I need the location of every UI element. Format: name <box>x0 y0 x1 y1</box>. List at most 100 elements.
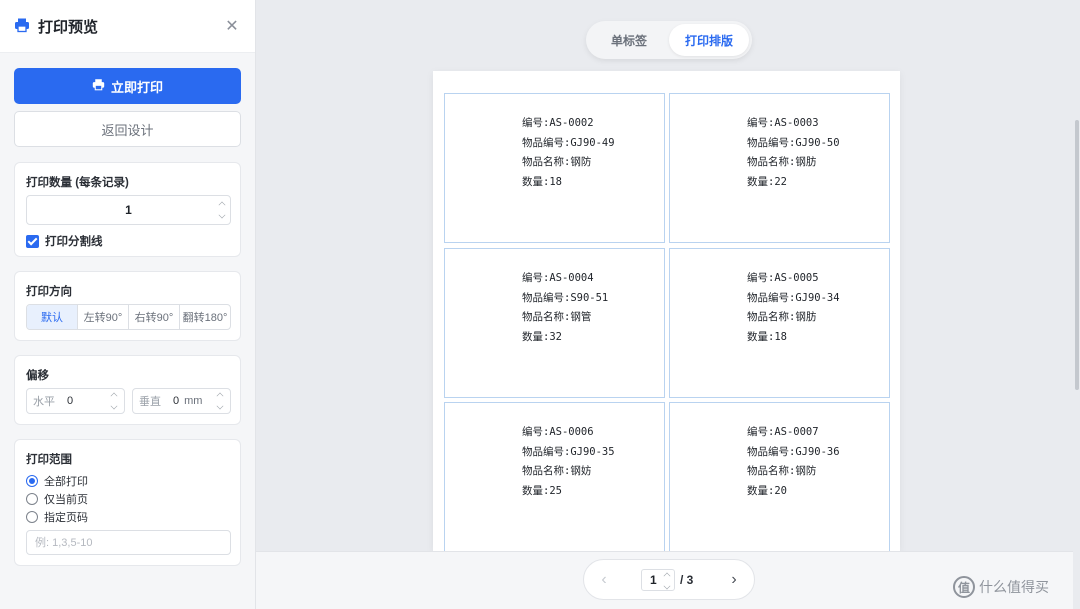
vertical-value: 0 <box>173 395 180 407</box>
direction-option-default[interactable]: 默认 <box>27 305 78 329</box>
label-item-code: 物品编号:GJ90-49 <box>522 136 615 149</box>
label-item-code: 物品编号:GJ90-35 <box>522 445 615 458</box>
stepper-arrows[interactable] <box>110 392 118 410</box>
horizontal-label: 水平 <box>33 396 55 408</box>
direction-segmented-control: 默认 左转90° 右转90° 翻转180° <box>26 304 231 330</box>
label-card: 编号:AS-0003 物品编号:GJ90-50 物品名称:钢肪 数量:22 <box>669 93 890 243</box>
quantity-value: 1 <box>125 203 132 217</box>
label-qty: 数量:25 <box>522 485 562 498</box>
pager: ‹ 1 / 3 › <box>583 559 755 600</box>
label-code: 编号:AS-0007 <box>747 426 819 438</box>
vertical-label: 垂直 <box>139 396 161 408</box>
offset-card: 偏移 水平 0 垂直 0 mm <box>14 355 241 425</box>
label-item-code: 物品编号:GJ90-34 <box>747 291 840 304</box>
chevron-down-icon[interactable] <box>216 402 224 410</box>
direction-option-flip180[interactable]: 翻转180° <box>180 305 230 329</box>
range-option-label: 全部打印 <box>44 476 88 488</box>
tab-single-label[interactable]: 单标签 <box>589 24 669 56</box>
label-code: 编号:AS-0005 <box>747 272 819 284</box>
horizontal-offset-input[interactable]: 水平 0 <box>26 388 125 414</box>
label-card: 编号:AS-0006 物品编号:GJ90-35 物品名称:钢妨 数量:25 <box>444 402 665 551</box>
label-item-name: 物品名称:钢管 <box>522 311 592 324</box>
settings-sidebar: 打印预览 ✕ 立即打印 返回设计 打印数量 (每条记录) 1 打印分割线 打印方… <box>0 0 256 609</box>
label-item-name: 物品名称:钢肪 <box>747 311 817 324</box>
total-pages: / 3 <box>680 572 694 587</box>
print-now-button[interactable]: 立即打印 <box>14 68 241 104</box>
close-icon[interactable]: ✕ <box>223 17 241 35</box>
label-card: 编号:AS-0005 物品编号:GJ90-34 物品名称:钢肪 数量:18 <box>669 248 890 398</box>
direction-option-right90[interactable]: 右转90° <box>129 305 180 329</box>
printer-icon <box>14 17 30 36</box>
view-tabs: 单标签 打印排版 <box>586 21 752 59</box>
tab-print-layout[interactable]: 打印排版 <box>669 24 749 56</box>
print-now-label: 立即打印 <box>110 79 163 95</box>
quantity-card: 打印数量 (每条记录) 1 打印分割线 <box>14 162 241 257</box>
back-to-design-button[interactable]: 返回设计 <box>14 111 241 147</box>
page-number-input[interactable]: 1 <box>641 568 675 591</box>
chevron-right-icon[interactable]: › <box>714 571 754 589</box>
divider-label: 打印分割线 <box>45 236 103 248</box>
range-option-custom[interactable]: 指定页码 <box>26 509 88 525</box>
printer-icon <box>92 78 105 94</box>
direction-card: 打印方向 默认 左转90° 右转90° 翻转180° <box>14 271 241 341</box>
page-title: 打印预览 <box>38 18 99 36</box>
chevron-up-icon[interactable] <box>663 572 671 579</box>
range-option-label: 仅当前页 <box>44 494 88 506</box>
stepper-arrows[interactable] <box>663 572 671 590</box>
label-item-code: 物品编号:GJ90-36 <box>747 445 840 458</box>
label-qty: 数量:18 <box>522 176 562 189</box>
horizontal-value: 0 <box>67 395 74 407</box>
unit-label: mm <box>184 395 203 407</box>
label-item-name: 物品名称:钢肪 <box>747 156 817 169</box>
chevron-down-icon[interactable] <box>110 402 118 410</box>
label-item-name: 物品名称:钢防 <box>522 156 592 169</box>
range-option-label: 指定页码 <box>44 512 88 524</box>
label-code: 编号:AS-0006 <box>522 426 594 438</box>
label-card: 编号:AS-0004 物品编号:S90-51 物品名称:钢管 数量:32 <box>444 248 665 398</box>
chevron-up-icon[interactable] <box>216 392 224 400</box>
stepper-arrows[interactable] <box>216 392 224 410</box>
print-preview-page: 编号:AS-0002 物品编号:GJ90-49 物品名称:钢防 数量:18 编号… <box>433 71 900 551</box>
divider-checkbox[interactable] <box>26 234 39 248</box>
direction-label: 打印方向 <box>26 286 72 298</box>
divider-checkbox-row[interactable]: 打印分割线 <box>26 233 103 249</box>
watermark: 值 什么值得买 <box>953 576 1049 598</box>
label-qty: 数量:20 <box>747 485 787 498</box>
label-code: 编号:AS-0003 <box>747 117 819 129</box>
sidebar-header: 打印预览 ✕ <box>0 0 255 53</box>
label-code: 编号:AS-0002 <box>522 117 594 129</box>
scrollbar-thumb[interactable] <box>1075 120 1079 390</box>
range-option-all[interactable]: 全部打印 <box>26 473 88 489</box>
label-code: 编号:AS-0004 <box>522 272 594 284</box>
quantity-stepper[interactable]: 1 <box>26 195 231 225</box>
label-item-code: 物品编号:GJ90-50 <box>747 136 840 149</box>
offset-label: 偏移 <box>26 370 49 382</box>
radio-button[interactable] <box>26 493 38 505</box>
chevron-down-icon[interactable] <box>218 211 226 219</box>
stepper-arrows[interactable] <box>218 201 226 219</box>
chevron-left-icon[interactable]: ‹ <box>584 571 624 589</box>
label-qty: 数量:32 <box>522 331 562 344</box>
range-card: 打印范围 全部打印 仅当前页 指定页码 <box>14 439 241 566</box>
direction-option-left90[interactable]: 左转90° <box>78 305 129 329</box>
label-card: 编号:AS-0007 物品编号:GJ90-36 物品名称:钢防 数量:20 <box>669 402 890 551</box>
chevron-up-icon[interactable] <box>110 392 118 400</box>
label-item-name: 物品名称:钢妨 <box>522 465 592 478</box>
current-page: 1 <box>650 572 657 587</box>
watermark-text: 什么值得买 <box>979 579 1049 595</box>
label-card: 编号:AS-0002 物品编号:GJ90-49 物品名称:钢防 数量:18 <box>444 93 665 243</box>
vertical-offset-input[interactable]: 垂直 0 mm <box>132 388 231 414</box>
range-label: 打印范围 <box>26 454 72 466</box>
page-range-input[interactable] <box>26 530 231 555</box>
quantity-label: 打印数量 (每条记录) <box>26 177 129 189</box>
watermark-logo: 值 <box>953 576 975 598</box>
label-qty: 数量:18 <box>747 331 787 344</box>
chevron-up-icon[interactable] <box>218 201 226 209</box>
chevron-down-icon[interactable] <box>663 582 671 589</box>
label-qty: 数量:22 <box>747 176 787 189</box>
label-item-name: 物品名称:钢防 <box>747 465 817 478</box>
radio-button[interactable] <box>26 511 38 523</box>
range-option-current[interactable]: 仅当前页 <box>26 491 88 507</box>
label-item-code: 物品编号:S90-51 <box>522 291 609 304</box>
radio-button[interactable] <box>26 475 38 487</box>
